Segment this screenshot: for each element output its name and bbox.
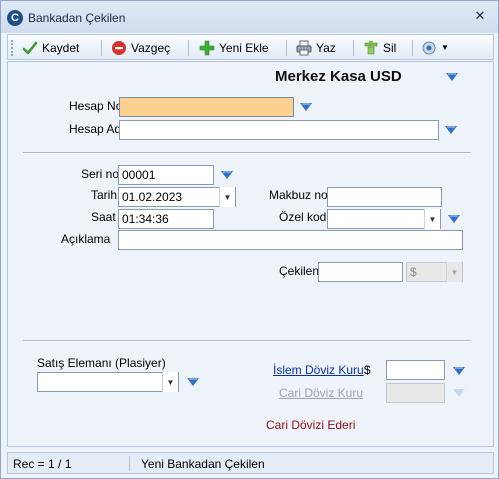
seri-no-label: Seri no — [81, 167, 120, 181]
hesap-adi-label: Hesap Adı — [69, 122, 125, 136]
saat-label: Saat — [91, 210, 116, 224]
cari-dovizi-ederi-text: Cari Dövizi Ederi — [266, 418, 356, 432]
chevron-down-icon: ▼ — [441, 43, 449, 52]
toolbar: Kaydet Vazgeç Yeni Ekle Yaz Sil ▼ — [7, 34, 494, 60]
hesap-adi-dropdown-arrow-icon[interactable] — [444, 125, 458, 135]
toolbar-separator — [188, 40, 189, 56]
kasa-title: Merkez Kasa USD — [275, 68, 402, 85]
ozel-kod-label: Özel kod — [279, 210, 327, 224]
add-plus-icon — [199, 40, 215, 56]
hesap-no-dropdown-arrow-icon[interactable] — [299, 102, 313, 112]
islem-doviz-symbol: $ — [364, 363, 371, 377]
islem-doviz-kuru-link[interactable]: İslem Döviz Kuru — [273, 363, 364, 377]
chevron-down-icon: ▼ — [450, 267, 459, 277]
toolbar-separator — [412, 40, 413, 56]
title-bar: C Bankadan Çekilen ✕ — [1, 1, 498, 33]
seri-no-dropdown-arrow-icon[interactable] — [220, 170, 234, 180]
hesap-no-input[interactable] — [119, 97, 294, 117]
chevron-down-icon: ▼ — [166, 377, 175, 387]
satis-elemani-dropdown-arrow-icon[interactable] — [186, 377, 200, 387]
saat-input[interactable] — [118, 209, 214, 229]
aciklama-label: Açıklama — [61, 232, 111, 246]
status-message: Yeni Bankadan Çekilen — [141, 457, 265, 471]
aciklama-input[interactable] — [118, 230, 463, 250]
cancel-icon — [111, 40, 127, 56]
makbuz-no-input[interactable] — [327, 187, 442, 207]
toolbar-separator — [286, 40, 287, 56]
chevron-down-icon: ▼ — [428, 214, 437, 224]
makbuz-no-label: Makbuz no — [269, 188, 328, 202]
sil-button[interactable]: Sil — [363, 38, 396, 57]
toolbar-grip — [11, 40, 14, 56]
options-icon — [421, 40, 437, 56]
ozel-kod-dropdown-button[interactable]: ▼ — [424, 209, 440, 229]
ozel-kod-dropdown-arrow-icon[interactable] — [447, 214, 461, 224]
seri-no-input[interactable] — [118, 165, 214, 185]
cari-doviz-kuru-input — [386, 383, 445, 403]
kaydet-button[interactable]: Kaydet — [22, 38, 79, 57]
record-count: Rec = 1 / 1 — [13, 457, 72, 471]
toolbar-separator — [101, 40, 102, 56]
window-title: Bankadan Çekilen — [28, 11, 126, 25]
yaz-button[interactable]: Yaz — [296, 38, 336, 57]
delete-icon — [363, 40, 379, 56]
tarih-label: Tarih — [91, 188, 118, 202]
cari-doviz-dropdown-arrow-icon — [453, 389, 465, 397]
currency-dropdown-button: ▼ — [446, 262, 462, 282]
hesap-no-label: Hesap No — [69, 99, 123, 113]
kaydet-label: Kaydet — [42, 40, 80, 55]
tarih-calendar-dropdown-button[interactable]: ▼ — [219, 187, 235, 207]
satis-elemani-dropdown-button[interactable]: ▼ — [162, 372, 178, 392]
vazgec-button[interactable]: Vazgeç — [111, 38, 170, 57]
satis-elemani-input[interactable] — [37, 372, 179, 392]
sil-label: Sil — [383, 40, 397, 55]
kasa-dropdown-arrow-icon[interactable] — [445, 72, 459, 82]
cekilen-label: Çekilen — [279, 264, 320, 278]
app-logo-icon: C — [7, 10, 23, 26]
islem-doviz-kuru-input[interactable] — [386, 360, 445, 380]
section-divider — [23, 340, 471, 342]
islem-doviz-dropdown-arrow-icon[interactable] — [452, 366, 466, 376]
hesap-adi-input[interactable] — [119, 120, 439, 140]
vazgec-label: Vazgeç — [131, 40, 171, 55]
printer-icon — [296, 40, 312, 56]
section-divider — [23, 152, 471, 154]
options-dropdown-button[interactable]: ▼ — [421, 38, 449, 57]
dialog-window: C Bankadan Çekilen ✕ Kaydet Vazgeç Yeni … — [0, 0, 499, 479]
yeni-ekle-label: Yeni Ekle — [219, 40, 269, 55]
close-button[interactable]: ✕ — [473, 9, 487, 23]
toolbar-separator — [353, 40, 354, 56]
cekilen-input[interactable] — [318, 262, 403, 282]
checkmark-icon — [22, 40, 38, 56]
status-bar: Rec = 1 / 1 Yeni Bankadan Çekilen — [7, 452, 494, 474]
chevron-down-icon: ▼ — [223, 192, 232, 202]
yaz-label: Yaz — [316, 40, 336, 55]
yeni-ekle-button[interactable]: Yeni Ekle — [199, 38, 269, 57]
cari-doviz-kuru-link: Cari Döviz Kuru — [279, 386, 364, 400]
satis-elemani-label: Satış Elemanı (Plasiyer) — [37, 356, 166, 370]
status-separator — [129, 456, 130, 471]
